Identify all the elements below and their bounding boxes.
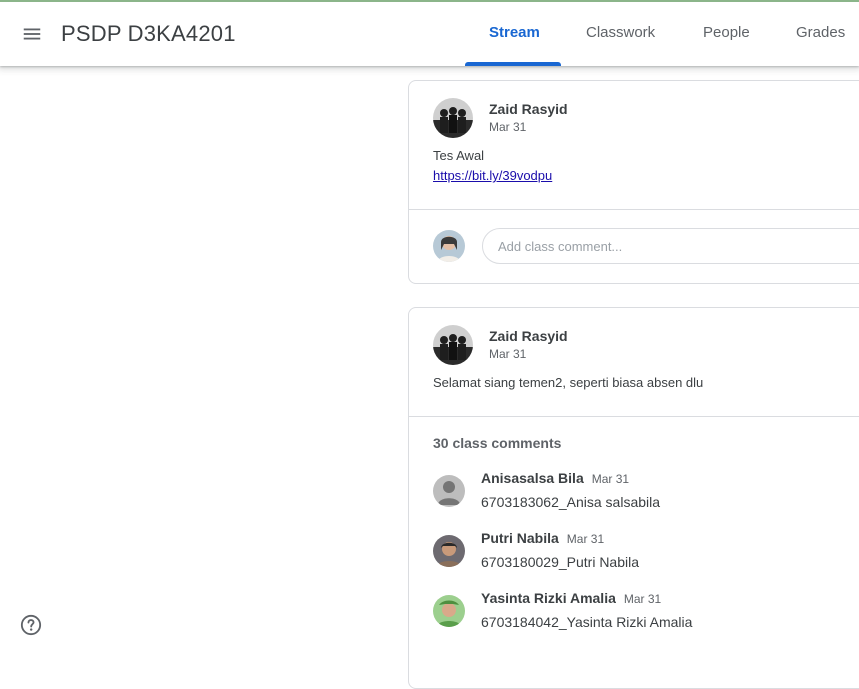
author-avatar[interactable] [433, 325, 473, 365]
comment-avatar [433, 595, 465, 627]
menu-icon [23, 28, 41, 40]
comment-date: Mar 31 [566, 532, 605, 546]
tab-grades[interactable]: Grades [796, 24, 845, 41]
divider [409, 209, 859, 210]
comment-author-name: Anisasalsa Bila [481, 470, 584, 486]
main-menu-button[interactable] [14, 16, 50, 52]
comment-avatar [433, 475, 465, 507]
comment-date: Mar 31 [591, 472, 630, 486]
divider [409, 416, 859, 417]
current-user-avatar [433, 230, 465, 262]
comment-author: Yasinta Rizki Amalia Mar 31 [481, 590, 661, 606]
tab-classwork[interactable]: Classwork [586, 24, 655, 41]
tab-stream[interactable]: Stream [489, 24, 540, 41]
stream-post-card: Zaid Rasyid Mar 31 Selamat siang temen2,… [408, 307, 859, 689]
post-date: Mar 31 [489, 347, 527, 361]
comment-text: 6703180029_Putri Nabila [481, 554, 640, 570]
post-text: Selamat siang temen2, seperti biasa abse… [433, 375, 704, 390]
stream-post-card: Zaid Rasyid Mar 31 Tes Awal https://bit.… [408, 80, 859, 284]
active-tab-indicator [465, 62, 561, 66]
top-app-bar: PSDP D3KA4201 Stream Classwork People Gr… [0, 0, 859, 66]
tab-people[interactable]: People [703, 24, 750, 41]
comment-text: 6703184042_Yasinta Rizki Amalia [481, 614, 693, 630]
comment-avatar [433, 535, 465, 567]
post-link[interactable]: https://bit.ly/39vodpu [433, 168, 552, 183]
post-author: Zaid Rasyid [489, 328, 568, 344]
comment-author-name: Yasinta Rizki Amalia [481, 590, 616, 606]
post-author: Zaid Rasyid [489, 101, 568, 117]
post-date: Mar 31 [489, 120, 527, 134]
comment-author: Anisasalsa Bila Mar 31 [481, 470, 629, 486]
post-text: Tes Awal [433, 148, 485, 163]
comment-date: Mar 31 [623, 592, 662, 606]
comment-text: 6703183062_Anisa salsabila [481, 494, 661, 510]
class-comment-input[interactable] [482, 228, 859, 264]
class-title[interactable]: PSDP D3KA4201 [61, 21, 236, 47]
comment-author-name: Putri Nabila [481, 530, 559, 546]
comment-author: Putri Nabila Mar 31 [481, 530, 604, 546]
help-icon[interactable] [20, 614, 42, 636]
class-comments-count[interactable]: 30 class comments [433, 435, 561, 451]
author-avatar[interactable] [433, 98, 473, 138]
